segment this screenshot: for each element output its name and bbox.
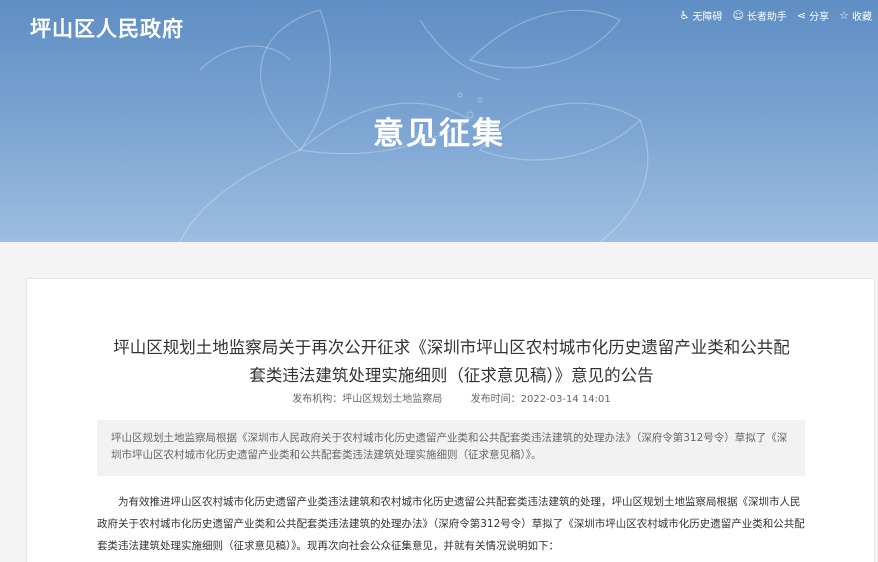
elder-icon: ☺ — [732, 9, 744, 22]
article-card: 坪山区规划土地监察局关于再次公开征求《深圳市坪山区农村城市化历史遗留产业类和公共… — [26, 278, 875, 562]
banner-title: 意见征集 — [373, 116, 505, 152]
article-title-line-1: 坪山区规划土地监察局关于再次公开征求《深圳市坪山区农村城市化历史遗留产业类和公共… — [113, 338, 790, 357]
article-body: 为有效推进坪山区农村城市化历史遗留产业类违法建筑和农村城市化历史遗留公共配套类违… — [97, 496, 805, 552]
article-summary: 坪山区规划土地监察局根据《深圳市人民政府关于农村城市化历史遗留产业类和公共配套类… — [97, 420, 805, 476]
accessibility-icon: ♿ — [679, 9, 690, 22]
publisher: 发布机构：坪山区规划土地监察局 — [292, 394, 443, 405]
banner: 坪山区人民政府 ♿ 无障碍 ☺ 长者助手 ⋖ 分享 ☆ 收藏 意见征集 — [0, 0, 878, 242]
accessibility-label: 无障碍 — [692, 12, 723, 23]
article-meta: 发布机构：坪山区规划土地监察局 发布时间：2022-03-14 14:01 — [27, 390, 876, 405]
header-toolbar: ♿ 无障碍 ☺ 长者助手 ⋖ 分享 ☆ 收藏 — [680, 8, 872, 23]
elder-assistant-label: 长者助手 — [746, 12, 787, 23]
site-title[interactable]: 坪山区人民政府 — [30, 13, 184, 43]
share-label: 分享 — [809, 12, 830, 23]
share-icon: ⋖ — [796, 9, 807, 22]
article-title-line-2: 套类违法建筑处理实施细则（征求意见稿）》意见的公告 — [249, 366, 654, 385]
star-icon: ☆ — [839, 9, 849, 22]
accessibility-button[interactable]: ♿ 无障碍 — [680, 8, 723, 23]
publish-time: 发布时间：2022-03-14 14:01 — [470, 394, 611, 405]
share-button[interactable]: ⋖ 分享 — [797, 8, 829, 23]
favorite-label: 收藏 — [852, 12, 872, 23]
favorite-button[interactable]: ☆ 收藏 — [839, 8, 872, 23]
article-title: 坪山区规划土地监察局关于再次公开征求《深圳市坪山区农村城市化历史遗留产业类和公共… — [27, 334, 876, 390]
elder-assistant-button[interactable]: ☺ 长者助手 — [732, 8, 786, 23]
